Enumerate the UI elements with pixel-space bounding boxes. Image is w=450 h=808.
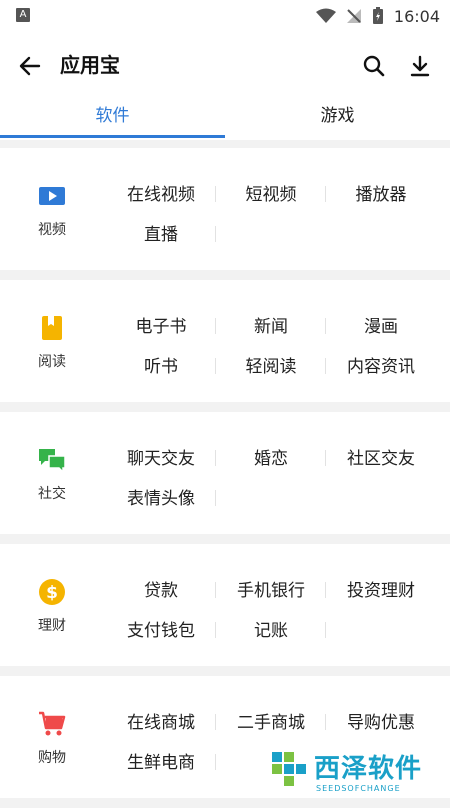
tab-games[interactable]: 游戏 (225, 96, 450, 140)
category-reading[interactable]: 阅读 (12, 304, 92, 394)
chat-icon (39, 449, 66, 474)
book-icon (42, 316, 62, 340)
tab-bar: 软件 游戏 (0, 96, 450, 140)
subcategory-item[interactable]: 新闻 (216, 312, 326, 337)
subcategory-item[interactable]: 漫画 (326, 312, 436, 337)
subcategory-item[interactable]: 聊天交友 (106, 444, 216, 469)
subcategory-item[interactable]: 表情头像 (106, 484, 216, 509)
category-social[interactable]: 社交 (12, 436, 92, 526)
cart-icon (39, 711, 66, 736)
app-notification-icon: A (16, 8, 30, 22)
subcategory-item[interactable]: 支付钱包 (106, 616, 216, 641)
subcategory-grid: 电子书 新闻 漫画 听书 轻阅读 内容资讯 (106, 304, 436, 384)
category-shopping[interactable]: 购物 (12, 700, 92, 790)
page-title: 应用宝 (60, 53, 120, 77)
category-label: 社交 (38, 486, 66, 502)
svg-text:$: $ (46, 583, 58, 603)
category-video[interactable]: 视频 (12, 172, 92, 262)
arrow-left-icon (19, 56, 41, 76)
category-finance[interactable]: $ 理财 (12, 568, 92, 658)
subcategory-item[interactable]: 导购优惠 (326, 708, 436, 733)
video-icon (39, 187, 65, 205)
subcategory-item[interactable]: 直播 (106, 220, 216, 245)
subcategory-item[interactable]: 投资理财 (326, 576, 436, 601)
status-bar: A 16:04 (0, 0, 450, 32)
watermark-text: 西泽软件 (314, 754, 423, 784)
category-label: 理财 (38, 618, 66, 634)
watermark-subtext: SEEDSOFCHANGE (316, 784, 401, 793)
category-card-video: 视频 在线视频 短视频 播放器 直播 (0, 148, 450, 270)
subcategory-grid: 聊天交友 婚恋 社区交友 表情头像 (106, 436, 436, 516)
category-card-reading: 阅读 电子书 新闻 漫画 听书 轻阅读 内容资讯 (0, 280, 450, 402)
watermark-logo-icon (272, 752, 306, 786)
subcategory-item[interactable]: 记账 (216, 616, 326, 641)
subcategory-item[interactable]: 听书 (106, 352, 216, 377)
subcategory-item[interactable]: 播放器 (326, 180, 436, 205)
no-signal-icon (346, 9, 361, 23)
status-icons: 16:04 (315, 5, 440, 27)
subcategory-item[interactable]: 内容资讯 (326, 352, 436, 377)
subcategory-item[interactable]: 社区交友 (326, 444, 436, 469)
watermark: 西泽软件 SEEDSOFCHANGE (270, 746, 450, 800)
battery-icon (372, 7, 383, 24)
app-bar: 应用宝 (0, 32, 450, 96)
subcategory-item[interactable]: 电子书 (106, 312, 216, 337)
dollar-icon: $ (39, 579, 65, 605)
category-card-social: 社交 聊天交友 婚恋 社区交友 表情头像 (0, 412, 450, 534)
subcategory-grid: 贷款 手机银行 投资理财 支付钱包 记账 (106, 568, 436, 648)
category-label: 购物 (38, 750, 66, 766)
category-card-finance: $ 理财 贷款 手机银行 投资理财 支付钱包 记账 (0, 544, 450, 666)
search-icon (363, 55, 385, 77)
subcategory-grid: 在线视频 短视频 播放器 直播 (106, 172, 436, 252)
subcategory-item[interactable]: 手机银行 (216, 576, 326, 601)
subcategory-item[interactable]: 贷款 (106, 576, 216, 601)
category-list: 视频 在线视频 短视频 播放器 直播 阅读 电子书 新闻 漫画 听书 轻阅读 内… (0, 148, 450, 808)
download-button[interactable] (406, 52, 434, 80)
back-button[interactable] (16, 52, 44, 80)
subcategory-item[interactable]: 婚恋 (216, 444, 326, 469)
download-icon (410, 55, 430, 77)
subcategory-item[interactable]: 生鲜电商 (106, 748, 216, 773)
subcategory-item[interactable]: 轻阅读 (216, 352, 326, 377)
subcategory-item[interactable]: 在线视频 (106, 180, 216, 205)
search-button[interactable] (360, 52, 388, 80)
subcategory-item[interactable]: 二手商城 (216, 708, 326, 733)
subcategory-item[interactable]: 短视频 (216, 180, 326, 205)
subcategory-item[interactable]: 在线商城 (106, 708, 216, 733)
category-label: 视频 (38, 222, 66, 238)
tab-software[interactable]: 软件 (0, 96, 225, 140)
clock: 16:04 (393, 6, 440, 26)
wifi-icon (315, 8, 336, 23)
category-label: 阅读 (38, 354, 66, 370)
